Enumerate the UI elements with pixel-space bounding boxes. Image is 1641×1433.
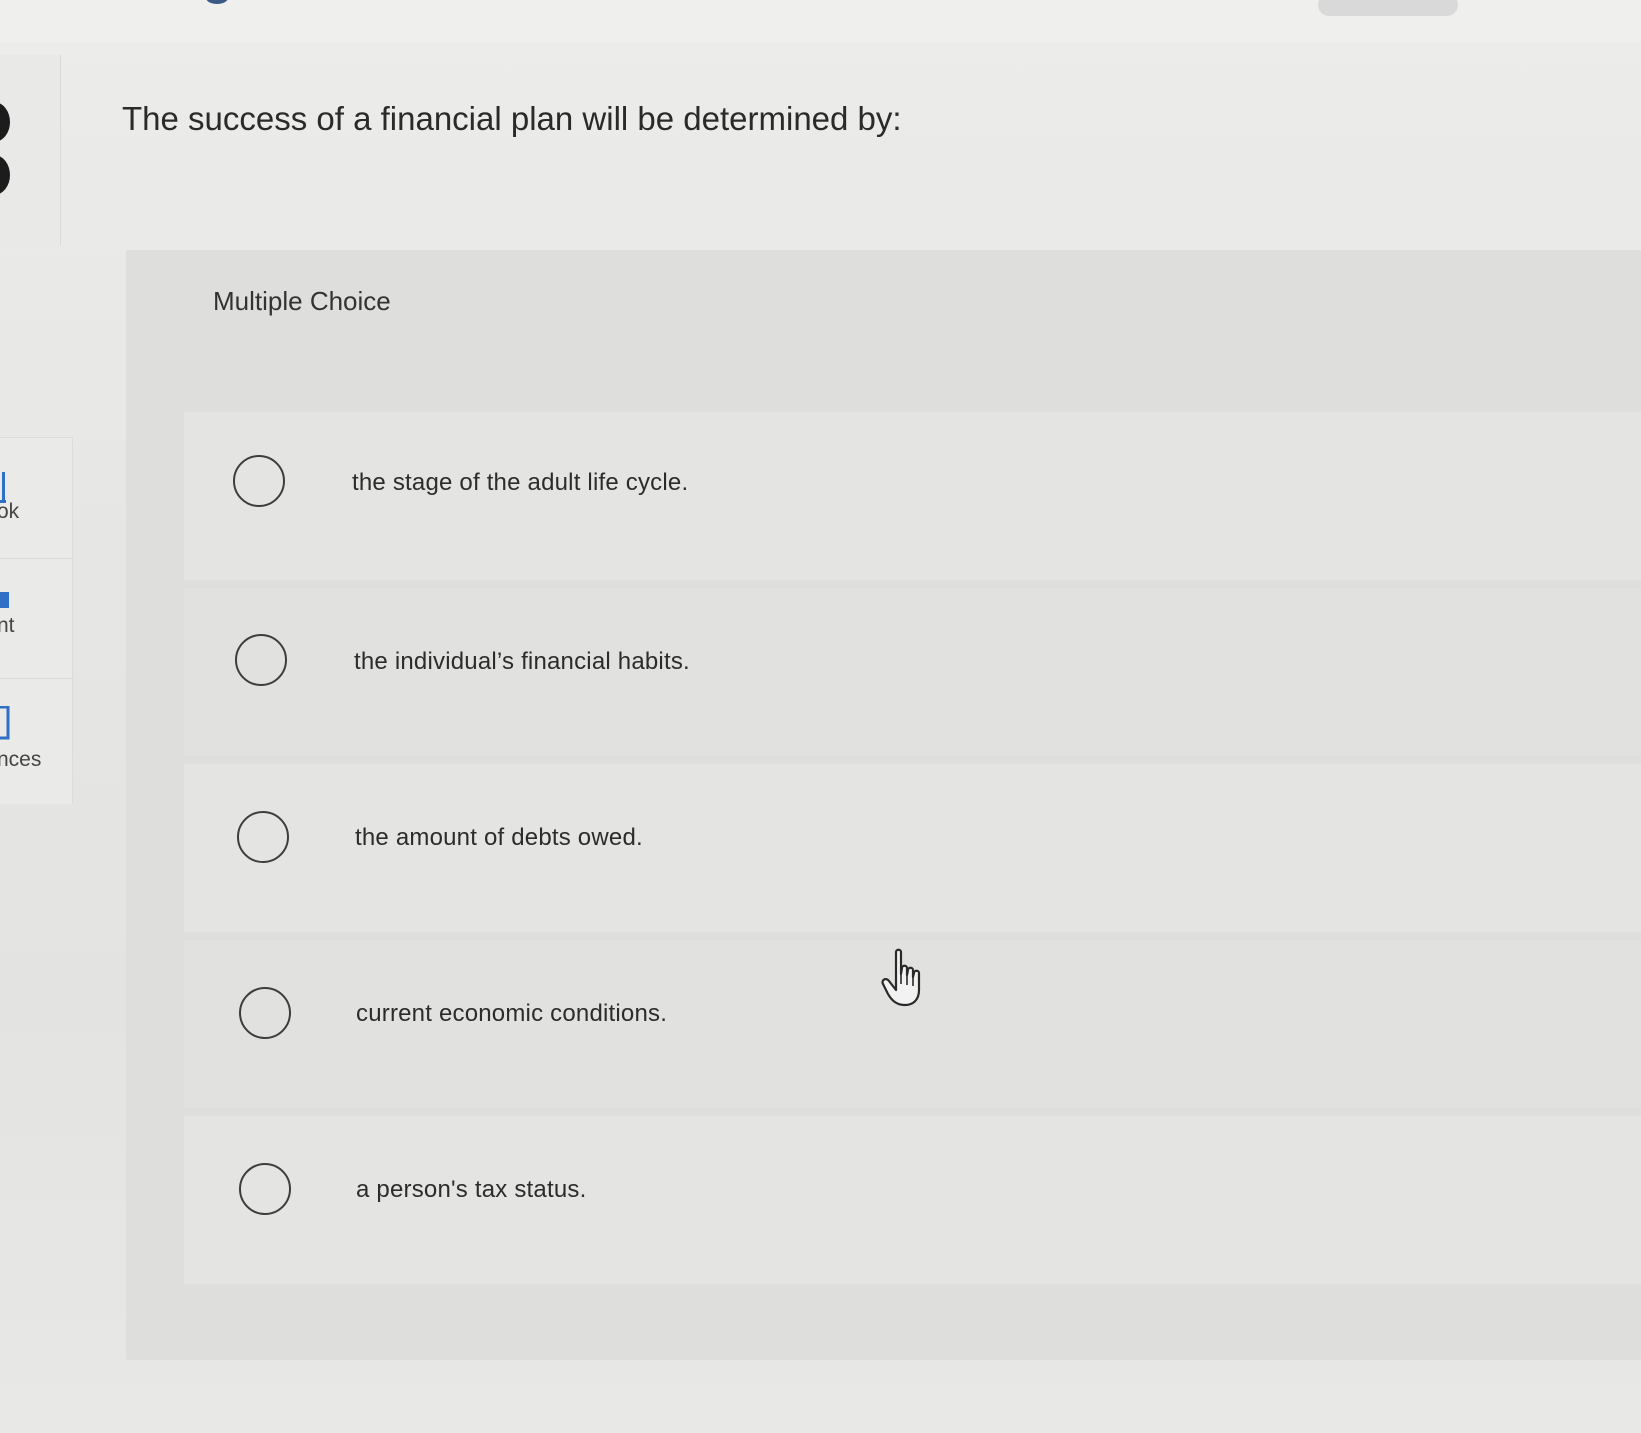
answer-option[interactable]: the individual’s financial habits. (184, 588, 1641, 756)
sidebar-item-ebook[interactable]: ok (0, 438, 72, 559)
sidebar-item-label: nces (0, 748, 42, 771)
radio-button[interactable] (239, 1163, 291, 1215)
option-text[interactable]: the individual’s financial habits. (354, 648, 690, 676)
question-nav-panel (0, 55, 61, 245)
answer-option[interactable]: the stage of the adult life cycle. (184, 412, 1641, 580)
radio-button[interactable] (239, 987, 291, 1039)
references-icon (0, 706, 10, 740)
radio-button[interactable] (233, 455, 285, 507)
nav-bubble[interactable] (0, 155, 10, 195)
sidebar-item-references[interactable]: nces (0, 678, 72, 798)
question-type-label: Multiple Choice (213, 286, 391, 316)
hand-pointer-icon (881, 948, 921, 1007)
option-text[interactable]: the amount of debts owed. (355, 824, 643, 852)
nav-bubble[interactable] (0, 102, 10, 142)
answer-option[interactable]: a person's tax status. (184, 1116, 1641, 1284)
sidebar: ok nt nces (0, 55, 74, 805)
option-text[interactable]: current economic conditions. (356, 1000, 667, 1028)
answer-options: the stage of the adult life cycle. the i… (184, 412, 1641, 1332)
sidebar-item-label: ok (0, 500, 20, 523)
sidebar-item-print[interactable]: nt (0, 558, 72, 679)
sidebar-item-label: nt (0, 614, 15, 637)
option-text[interactable]: the stage of the adult life cycle. (352, 469, 688, 497)
question-title: The success of a financial plan will be … (122, 100, 902, 137)
side-menu: ok nt nces (0, 437, 73, 804)
radio-button[interactable] (235, 634, 287, 686)
radio-button[interactable] (237, 811, 289, 863)
answer-option[interactable]: the amount of debts owed. (184, 764, 1641, 932)
top-button[interactable] (1318, 0, 1458, 16)
option-text[interactable]: a person's tax status. (356, 1176, 586, 1204)
print-icon (0, 592, 9, 608)
